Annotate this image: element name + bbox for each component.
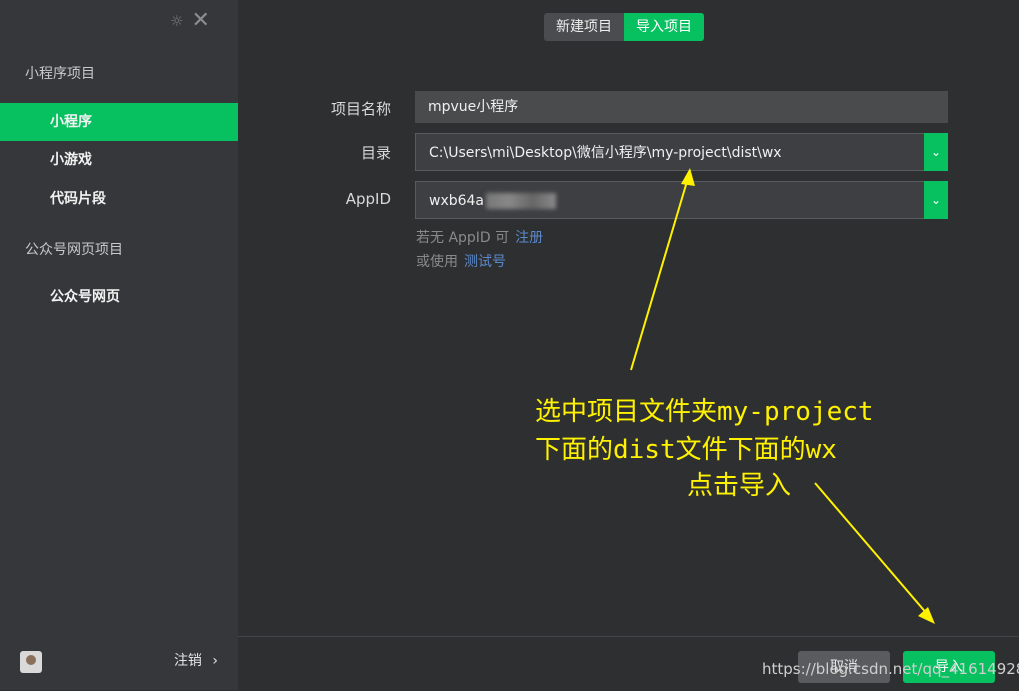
- arrow-to-import: [814, 482, 929, 616]
- annotation-line-1: 选中项目文件夹my-project: [535, 397, 874, 427]
- arrowhead-import: [918, 607, 935, 624]
- annotation-line-3: 点击导入: [687, 471, 792, 501]
- watermark: https://blog.csdn.net/qq_41614928: [762, 660, 1019, 678]
- annotation-line-2: 下面的dist文件下面的wx: [535, 435, 837, 465]
- arrow-to-directory: [630, 177, 689, 371]
- annotation-arrows: [630, 168, 935, 624]
- arrowhead-directory: [681, 168, 695, 186]
